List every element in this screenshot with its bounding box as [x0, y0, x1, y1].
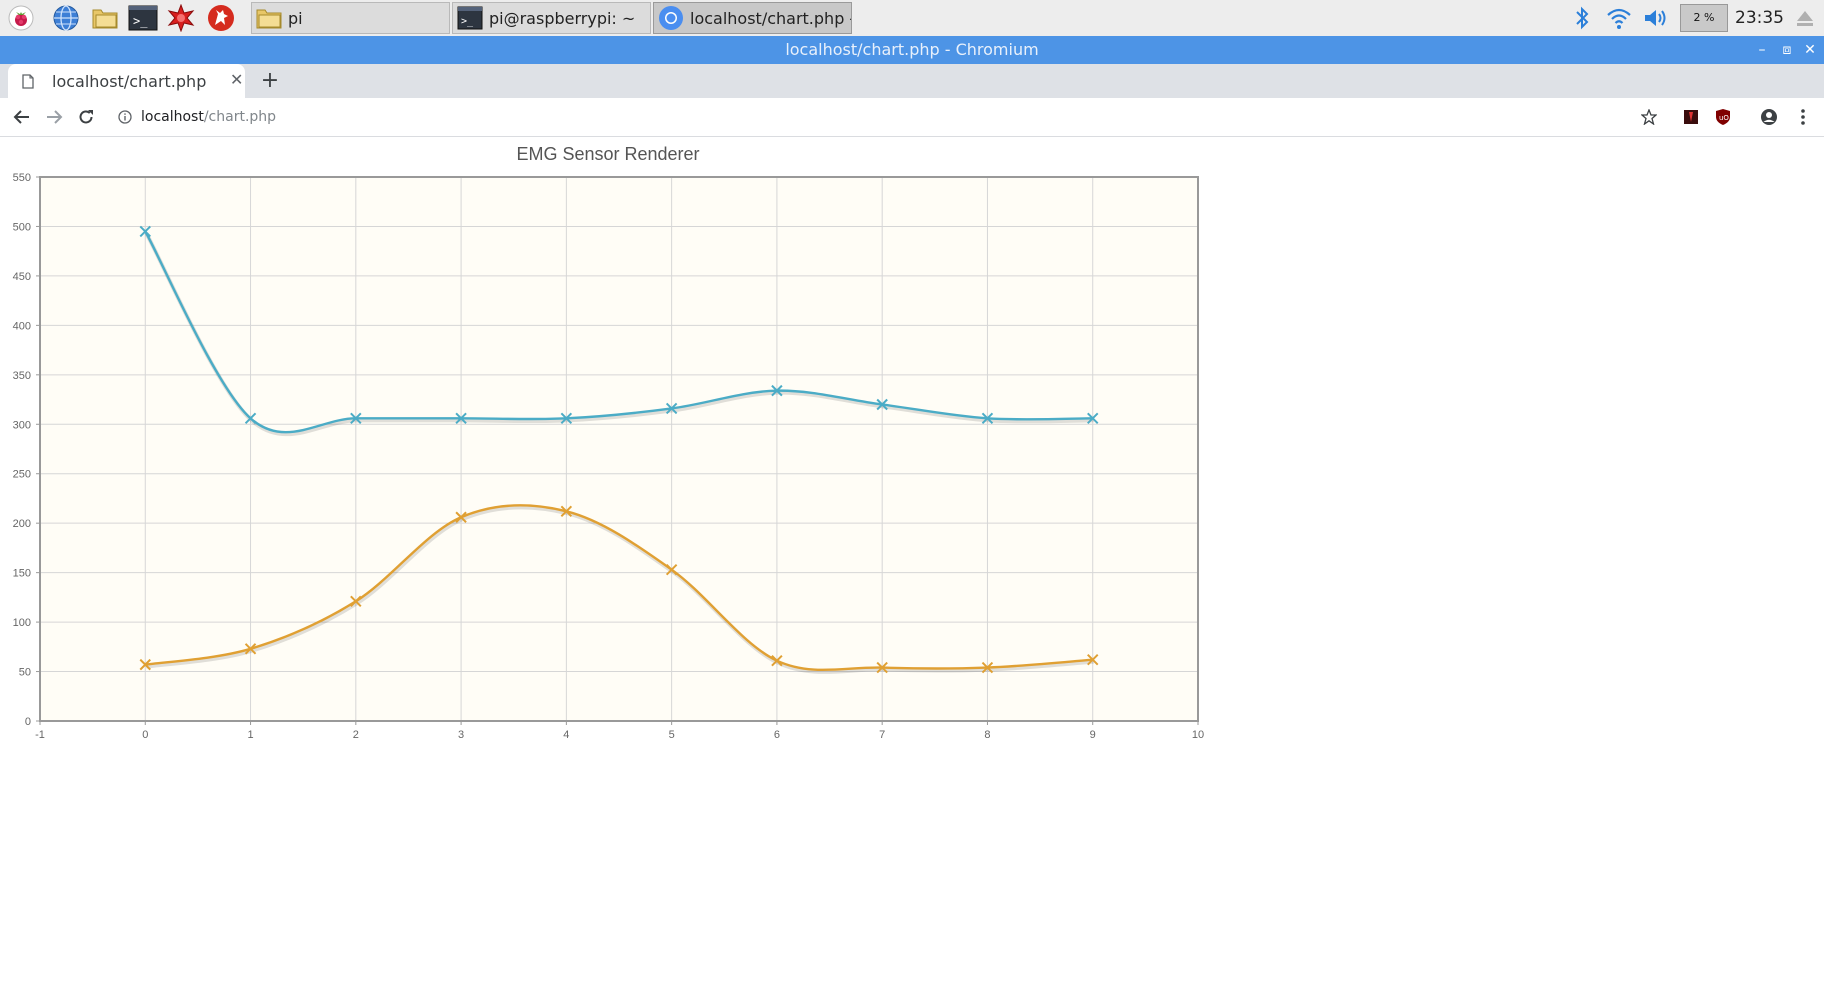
emg-line-chart: EMG Sensor Renderer -1 0 1 2 3 4 5 6 7 8 9 10050100…: [13, 144, 1204, 741]
volume-icon[interactable]: [1641, 3, 1671, 33]
eject-icon[interactable]: [1790, 3, 1820, 33]
url-path: /chart.php: [203, 109, 277, 125]
chromium-icon: [659, 6, 683, 30]
svg-text:>_: >_: [461, 16, 474, 27]
address-bar[interactable]: localhost/chart.php: [141, 104, 276, 130]
y-tick-label: 50: [19, 667, 31, 679]
raspberry-menu-icon[interactable]: [6, 3, 36, 33]
x-tick-label: 0: [142, 729, 148, 741]
tab-close-icon[interactable]: ✕: [230, 70, 243, 89]
taskbar-task-chromium[interactable]: localhost/chart.php - ...: [653, 2, 852, 34]
wolfram-icon[interactable]: [206, 3, 236, 33]
close-window-icon[interactable]: ✕: [1799, 36, 1821, 64]
plot-area: [40, 177, 1198, 721]
x-tick-label: 9: [1090, 729, 1096, 741]
y-tick-label: 450: [13, 271, 31, 283]
x-tick-label: 5: [669, 729, 675, 741]
y-tick-label: 350: [13, 370, 31, 382]
bluetooth-icon[interactable]: [1567, 3, 1597, 33]
mathematica-icon[interactable]: [166, 3, 196, 33]
y-tick-label: 400: [13, 320, 31, 332]
y-tick-label: 300: [13, 419, 31, 431]
site-info-icon[interactable]: [118, 110, 132, 124]
forward-icon[interactable]: [40, 98, 68, 136]
chart-title: EMG Sensor Renderer: [516, 144, 699, 164]
bookmark-star-icon[interactable]: [1635, 98, 1663, 136]
x-tick-label: 6: [774, 729, 780, 741]
x-tick-label: -1: [35, 729, 45, 741]
taskbar-task-label: pi: [288, 8, 303, 28]
cpu-usage-monitor: 2 %: [1680, 4, 1728, 32]
svg-text:uO: uO: [1719, 114, 1729, 122]
y-tick-label: 0: [25, 716, 31, 728]
reload-icon[interactable]: [72, 98, 100, 136]
x-tick-label: 8: [984, 729, 990, 741]
url-host: localhost: [141, 109, 204, 125]
taskbar-task-file-manager[interactable]: pi: [251, 2, 450, 34]
file-manager-icon[interactable]: [90, 3, 120, 33]
new-tab-button[interactable]: +: [259, 64, 281, 98]
maximize-icon[interactable]: ⧈: [1776, 36, 1798, 64]
back-icon[interactable]: [8, 98, 36, 136]
clock[interactable]: 23:35: [1735, 0, 1784, 36]
y-tick-label: 250: [13, 469, 31, 481]
x-tick-label: 10: [1192, 729, 1204, 741]
terminal-icon: >_: [457, 6, 483, 30]
page-icon: [22, 74, 34, 89]
x-tick-label: 4: [563, 729, 569, 741]
window-title: localhost/chart.php - Chromium: [785, 40, 1039, 59]
y-tick-label: 150: [13, 568, 31, 580]
menu-kebab-icon[interactable]: [1789, 98, 1817, 136]
extension-icon[interactable]: [1677, 98, 1705, 136]
terminal-icon[interactable]: >_: [128, 3, 158, 33]
ublock-shield-icon[interactable]: uO: [1709, 98, 1737, 136]
profile-icon[interactable]: [1755, 98, 1783, 136]
taskbar-task-label: localhost/chart.php - ...: [690, 8, 851, 28]
y-tick-label: 500: [13, 221, 31, 233]
web-browser-icon[interactable]: [51, 3, 81, 33]
taskbar-task-label: pi@raspberrypi: ~: [489, 8, 636, 28]
y-tick-label: 100: [13, 617, 31, 629]
x-tick-label: 3: [458, 729, 464, 741]
wifi-icon[interactable]: [1604, 3, 1634, 33]
tab-title: localhost/chart.php: [52, 72, 207, 91]
folder-icon: [256, 9, 282, 29]
y-tick-label: 200: [13, 518, 31, 530]
taskbar-task-terminal[interactable]: >_ pi@raspberrypi: ~: [452, 2, 651, 34]
y-tick-label: 550: [13, 172, 31, 184]
minimize-icon[interactable]: –: [1751, 36, 1773, 64]
cpu-usage-label: 2 %: [1693, 11, 1715, 24]
svg-text:>_: >_: [133, 14, 148, 28]
window-title-bar[interactable]: localhost/chart.php - Chromium: [0, 36, 1824, 64]
x-tick-label: 2: [353, 729, 359, 741]
browser-tab[interactable]: localhost/chart.php ✕: [8, 64, 245, 98]
x-tick-label: 7: [879, 729, 885, 741]
x-tick-label: 1: [247, 729, 253, 741]
